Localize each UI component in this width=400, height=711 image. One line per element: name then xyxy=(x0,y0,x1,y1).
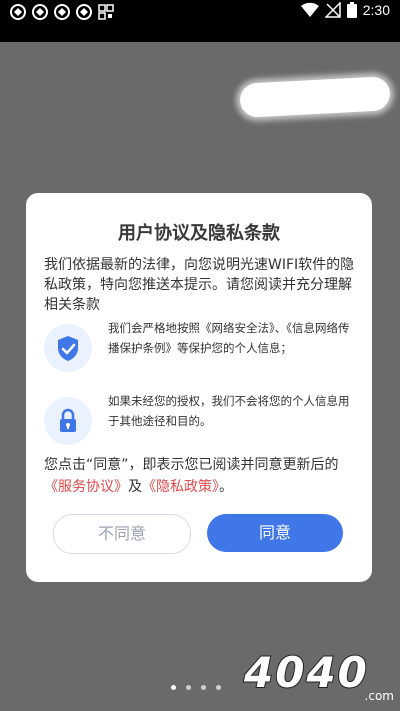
page-dot xyxy=(201,685,206,690)
notification-icons xyxy=(10,4,114,20)
page-dot xyxy=(186,685,191,690)
consent-and: 及 xyxy=(128,479,142,495)
lock-icon-wrap xyxy=(44,397,92,445)
page-dot xyxy=(216,685,221,690)
watermark-suffix: .com xyxy=(364,689,394,703)
lock-icon xyxy=(60,408,76,432)
privacy-item-authorization: 如果未经您的授权，我们不会将您的个人信息用于其他途径和目的。 xyxy=(44,391,360,451)
qr-icon xyxy=(98,4,114,20)
wifi-icon xyxy=(300,2,319,18)
app-icon xyxy=(32,4,48,20)
page-dot xyxy=(171,685,176,690)
app-icon xyxy=(54,4,70,20)
privacy-item-text: 如果未经您的授权，我们不会将您的个人信息用于其他途径和目的。 xyxy=(108,394,350,428)
privacy-item-text: 我们会严格地按照《网络安全法》、《信息网络传播保护条例》等保护您的个人信息； xyxy=(108,321,350,355)
privacy-policy-link[interactable]: 《隐私政策》 xyxy=(142,479,219,495)
battery-icon xyxy=(346,2,357,18)
watermark-logo: 4040 .com xyxy=(243,647,394,703)
redaction-blob xyxy=(239,76,391,118)
signal-icon xyxy=(324,2,341,18)
consent-statement: 您点击“同意”，即表示您已阅读并同意更新后的《服务协议》及《隐私政策》。 xyxy=(44,454,360,498)
shield-icon-wrap xyxy=(44,324,92,372)
consent-suffix: 。 xyxy=(219,479,233,495)
privacy-dialog: 用户协议及隐私条款 我们依据最新的法律，向您说明光速WIFI软件的隐私政策，特向… xyxy=(26,193,372,582)
agree-button[interactable]: 同意 xyxy=(207,514,343,552)
clock: 2:30 xyxy=(362,2,390,18)
system-icons: 2:30 xyxy=(300,2,390,18)
dialog-intro: 我们依据最新的法律，向您说明光速WIFI软件的隐私政策，特向您推送本提示。请您阅… xyxy=(44,257,355,313)
shield-check-icon xyxy=(58,336,78,361)
page-indicator xyxy=(171,685,221,690)
privacy-item-security-law: 我们会严格地按照《网络安全法》、《信息网络传播保护条例》等保护您的个人信息； xyxy=(44,318,360,378)
consent-prefix: 您点击“同意”，即表示您已阅读并同意更新后的 xyxy=(44,457,339,473)
service-agreement-link[interactable]: 《服务协议》 xyxy=(44,479,128,495)
disagree-button[interactable]: 不同意 xyxy=(53,514,191,554)
app-icon xyxy=(76,4,92,20)
dialog-title: 用户协议及隐私条款 xyxy=(118,223,280,243)
watermark-text: 4040 xyxy=(243,647,369,698)
app-icon xyxy=(10,4,26,20)
status-bar: 2:30 xyxy=(0,0,400,42)
